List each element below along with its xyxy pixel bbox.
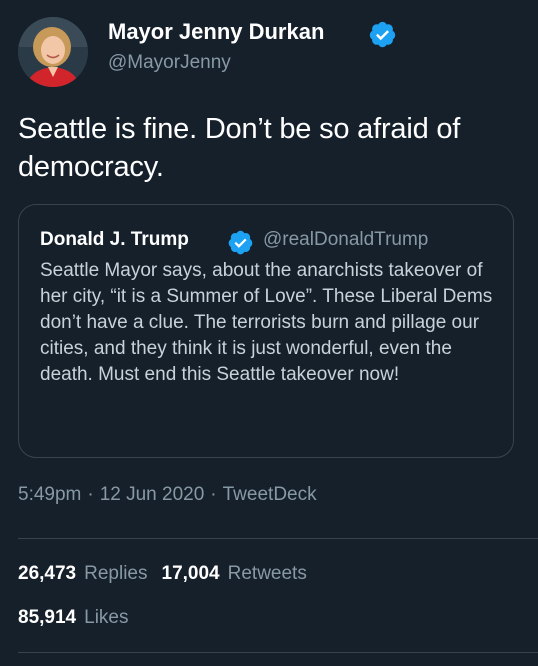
quoted-author-name: Donald J. Trump [40, 229, 189, 250]
divider [18, 652, 538, 653]
likes-label: Likes [84, 607, 129, 628]
retweets-count: 17,004 [161, 563, 220, 584]
tweet-text: Seattle is fine. Don’t be so afraid of d… [18, 113, 461, 183]
tweet-source[interactable]: TweetDeck [223, 484, 317, 505]
divider [18, 538, 538, 539]
quoted-tweet-text: Seattle Mayor says, about the anarchists… [40, 260, 493, 385]
retweets-label: Retweets [227, 563, 307, 584]
replies-stat[interactable]: 26,473 Replies [18, 563, 148, 584]
stats-row: 26,473 Replies 17,004 Retweets [18, 561, 307, 587]
author-name[interactable]: Mayor Jenny Durkan [108, 18, 324, 46]
replies-label: Replies [84, 563, 148, 584]
verified-badge-icon [369, 21, 396, 48]
likes-stat[interactable]: 85,914 Likes [18, 607, 128, 628]
tweet-date[interactable]: 12 Jun 2020 [100, 484, 205, 505]
meta-separator: · [210, 484, 217, 505]
replies-count: 26,473 [18, 563, 77, 584]
avatar-image [18, 17, 88, 87]
author-handle[interactable]: @MayorJenny [108, 50, 231, 76]
retweets-stat[interactable]: 17,004 Retweets [162, 563, 307, 584]
tweet-time[interactable]: 5:49pm [18, 484, 81, 505]
author-avatar[interactable] [18, 17, 88, 87]
verified-badge-icon [228, 230, 253, 255]
likes-count: 85,914 [18, 607, 77, 628]
quoted-author-handle: @realDonaldTrump [263, 229, 429, 250]
meta-separator: · [87, 484, 94, 505]
stats-row: 85,914 Likes [18, 605, 128, 631]
tweet-meta: 5:49pm · 12 Jun 2020 · TweetDeck [18, 482, 317, 508]
quoted-tweet-card[interactable]: Donald J. Trump @realDonaldTrump Seattle… [18, 204, 514, 458]
